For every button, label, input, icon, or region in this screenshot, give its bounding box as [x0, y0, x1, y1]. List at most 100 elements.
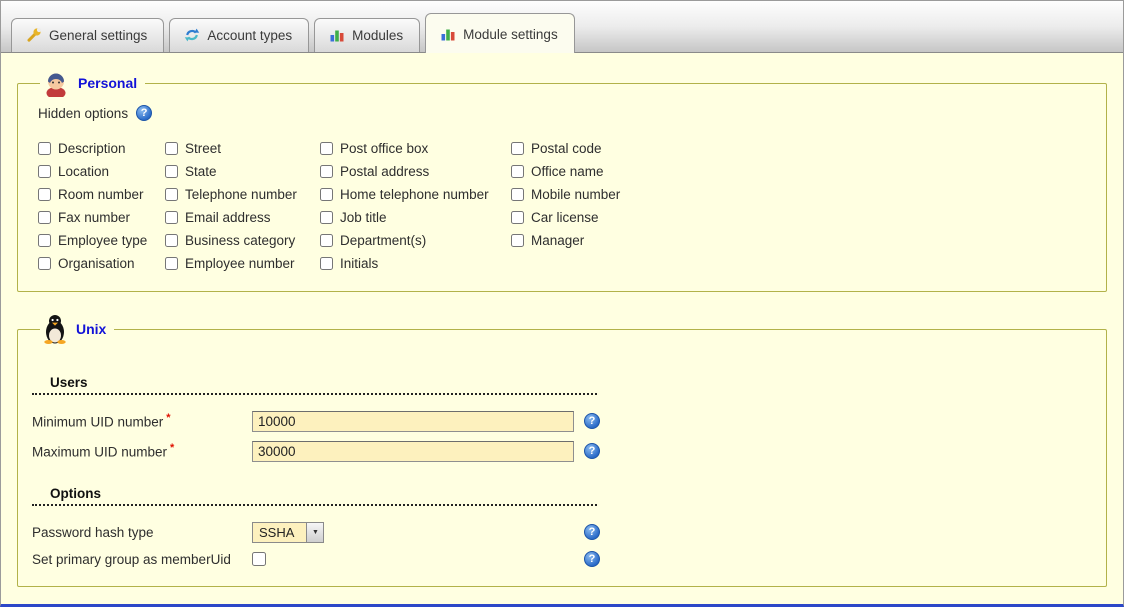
hidden-option-label: Home telephone number: [340, 187, 489, 202]
hidden-option-label: Manager: [531, 233, 584, 248]
hidden-option-label: Car license: [531, 210, 599, 225]
member-uid-label: Set primary group as memberUid: [32, 552, 252, 567]
hidden-option-label: Office name: [531, 164, 604, 179]
hidden-option-email-address[interactable]: Email address: [165, 210, 320, 225]
personal-legend: Personal: [40, 69, 145, 97]
tab-bar: General settings Account types: [1, 1, 1123, 53]
hidden-option-department-s-[interactable]: Department(s): [320, 233, 511, 248]
hidden-option-label: Department(s): [340, 233, 426, 248]
hidden-option-label: Postal address: [340, 164, 429, 179]
hidden-option-label: Initials: [340, 256, 378, 271]
hidden-option-checkbox[interactable]: [320, 188, 333, 201]
hidden-option-label: Employee number: [185, 256, 295, 271]
account-types-icon: [184, 27, 200, 43]
dropdown-arrow-icon: ▼: [306, 523, 323, 542]
hidden-option-checkbox[interactable]: [320, 142, 333, 155]
hidden-option-job-title[interactable]: Job title: [320, 210, 511, 225]
modules-icon: [329, 27, 345, 43]
min-uid-input[interactable]: [252, 411, 574, 432]
hidden-option-business-category[interactable]: Business category: [165, 233, 320, 248]
hidden-option-organisation[interactable]: Organisation: [38, 256, 165, 271]
hidden-option-checkbox[interactable]: [320, 165, 333, 178]
hidden-option-label: Street: [185, 141, 221, 156]
hidden-option-checkbox[interactable]: [165, 257, 178, 270]
hidden-option-room-number[interactable]: Room number: [38, 187, 165, 202]
hidden-option-label: Location: [58, 164, 109, 179]
hidden-option-checkbox[interactable]: [38, 234, 51, 247]
hidden-option-checkbox[interactable]: [38, 188, 51, 201]
max-uid-input[interactable]: [252, 441, 574, 462]
hidden-option-checkbox[interactable]: [320, 211, 333, 224]
wrench-icon: [26, 27, 42, 43]
hidden-option-label: Job title: [340, 210, 387, 225]
hidden-option-manager[interactable]: Manager: [511, 233, 731, 248]
hidden-option-mobile-number[interactable]: Mobile number: [511, 187, 731, 202]
hidden-option-checkbox[interactable]: [38, 142, 51, 155]
hidden-option-checkbox[interactable]: [511, 234, 524, 247]
tux-icon: [42, 314, 68, 344]
hidden-option-post-office-box[interactable]: Post office box: [320, 141, 511, 156]
hidden-option-postal-code[interactable]: Postal code: [511, 141, 731, 156]
password-hash-select[interactable]: SSHA ▼: [252, 522, 324, 543]
hidden-option-checkbox[interactable]: [320, 257, 333, 270]
hidden-option-employee-number[interactable]: Employee number: [165, 256, 320, 271]
max-uid-row: Maximum UID number* ?: [32, 439, 1092, 463]
hidden-option-checkbox[interactable]: [165, 234, 178, 247]
hidden-option-checkbox[interactable]: [511, 142, 524, 155]
tab-modules[interactable]: Modules: [314, 18, 420, 52]
hidden-option-checkbox[interactable]: [38, 165, 51, 178]
unix-legend: Unix: [40, 314, 114, 344]
help-icon[interactable]: ?: [584, 524, 600, 540]
hidden-option-checkbox[interactable]: [320, 234, 333, 247]
hidden-option-checkbox[interactable]: [165, 142, 178, 155]
hidden-option-checkbox[interactable]: [38, 257, 51, 270]
tab-module-settings[interactable]: Module settings: [425, 13, 575, 53]
users-section-header: Users: [32, 372, 597, 395]
help-icon[interactable]: ?: [584, 413, 600, 429]
password-hash-value: SSHA: [253, 523, 306, 542]
hidden-option-label: Room number: [58, 187, 144, 202]
min-uid-control: [252, 411, 584, 432]
hidden-option-state[interactable]: State: [165, 164, 320, 179]
hidden-option-label: Organisation: [58, 256, 135, 271]
tab-label: Account types: [207, 28, 292, 43]
hidden-option-home-telephone-number[interactable]: Home telephone number: [320, 187, 511, 202]
hidden-option-label: Post office box: [340, 141, 428, 156]
hidden-option-employee-type[interactable]: Employee type: [38, 233, 165, 248]
hidden-option-label: Employee type: [58, 233, 147, 248]
hidden-option-office-name[interactable]: Office name: [511, 164, 731, 179]
hidden-option-checkbox[interactable]: [165, 188, 178, 201]
member-uid-checkbox[interactable]: [252, 552, 266, 566]
member-uid-row: Set primary group as memberUid ?: [32, 547, 1092, 571]
hidden-option-street[interactable]: Street: [165, 141, 320, 156]
max-uid-label-text: Maximum UID number: [32, 445, 167, 460]
hidden-option-label: Business category: [185, 233, 295, 248]
hidden-option-postal-address[interactable]: Postal address: [320, 164, 511, 179]
tab-account-types[interactable]: Account types: [169, 18, 309, 52]
password-hash-row: Password hash type SSHA ▼ ?: [32, 520, 1092, 544]
password-hash-control: SSHA ▼: [252, 522, 584, 543]
hidden-option-description[interactable]: Description: [38, 141, 165, 156]
hidden-option-telephone-number[interactable]: Telephone number: [165, 187, 320, 202]
hidden-option-checkbox[interactable]: [38, 211, 51, 224]
content-area: Personal Hidden options ? DescriptionStr…: [1, 53, 1123, 604]
hidden-option-checkbox[interactable]: [511, 165, 524, 178]
hidden-option-car-license[interactable]: Car license: [511, 210, 731, 225]
hidden-option-initials[interactable]: Initials: [320, 256, 511, 271]
help-icon[interactable]: ?: [136, 105, 152, 121]
hidden-options-grid: Description Street Post office box Postal c…: [38, 137, 1092, 275]
hidden-option-fax-number[interactable]: Fax number: [38, 210, 165, 225]
tab-general-settings[interactable]: General settings: [11, 18, 164, 52]
hidden-option-label: Mobile number: [531, 187, 620, 202]
unix-module-section: Unix Users Minimum UID number* ? Maximum…: [17, 314, 1107, 587]
hidden-option-location[interactable]: Location: [38, 164, 165, 179]
hidden-option-label: Fax number: [58, 210, 130, 225]
hidden-option-checkbox[interactable]: [511, 211, 524, 224]
hidden-option-checkbox[interactable]: [165, 211, 178, 224]
help-icon[interactable]: ?: [584, 443, 600, 459]
hidden-option-checkbox[interactable]: [511, 188, 524, 201]
hidden-option-label: Email address: [185, 210, 271, 225]
help-icon[interactable]: ?: [584, 551, 600, 567]
hidden-option-label: Telephone number: [185, 187, 297, 202]
hidden-option-checkbox[interactable]: [165, 165, 178, 178]
